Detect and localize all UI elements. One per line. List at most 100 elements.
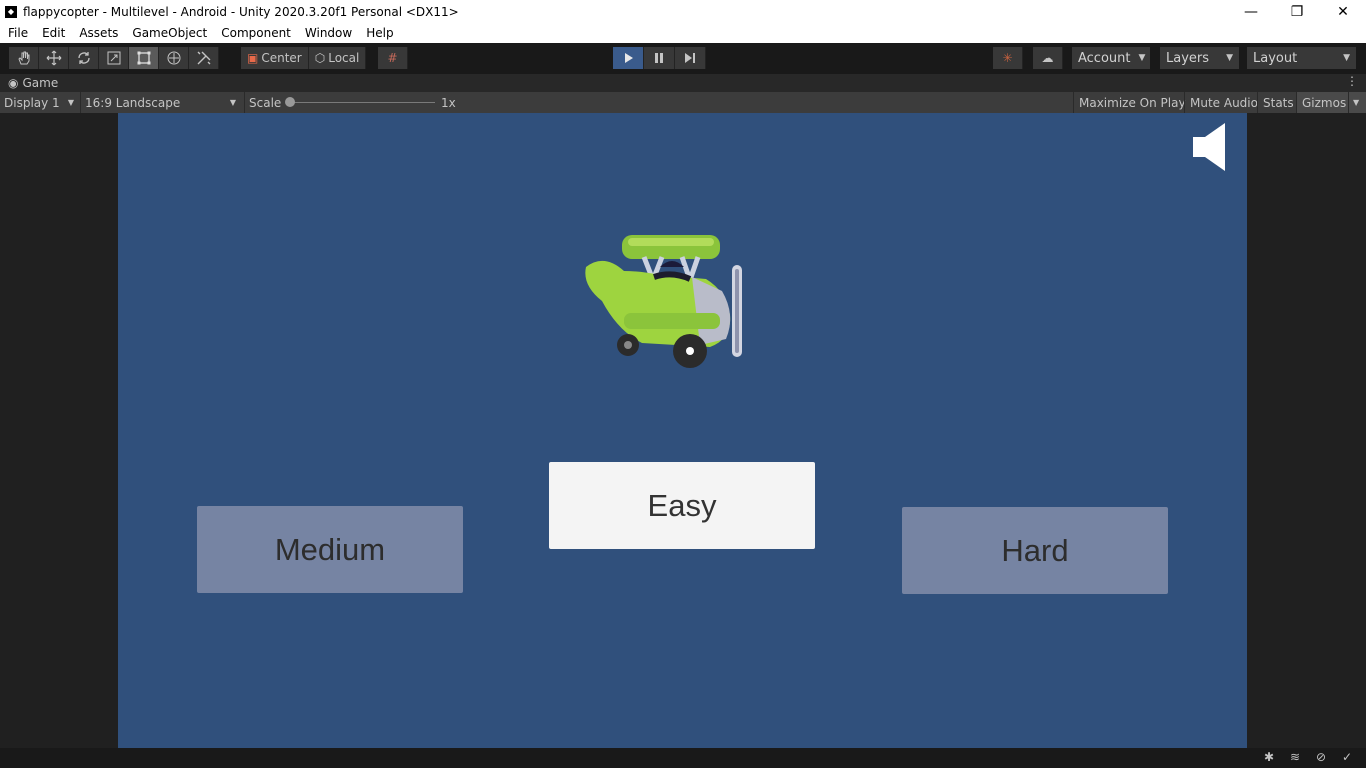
mute-audio-button[interactable]: Mute Audio <box>1184 92 1263 113</box>
tools-icon <box>197 51 210 65</box>
cloud-icon: ☁ <box>1041 51 1054 65</box>
scale-slider-track[interactable] <box>290 102 435 103</box>
local-cube-icon: ⬡ <box>314 51 326 65</box>
aspect-dropdown[interactable]: 16:9 Landscape ▼ <box>80 92 240 113</box>
stats-button[interactable]: Stats <box>1257 92 1299 113</box>
game-view-toolbar: Display 1 ▼ 16:9 Landscape ▼ Scale 1x Ma… <box>0 92 1366 113</box>
easy-button[interactable]: Easy <box>549 462 815 549</box>
chevron-down-icon: ▼ <box>1226 53 1233 63</box>
scale-label: Scale <box>244 92 285 113</box>
maximize-button[interactable]: ❐ <box>1274 0 1320 23</box>
medium-button[interactable]: Medium <box>197 506 463 593</box>
scale-tool-button[interactable] <box>99 47 129 69</box>
biplane-sprite <box>585 235 742 368</box>
menu-edit[interactable]: Edit <box>35 26 72 40</box>
menu-file[interactable]: File <box>0 26 35 40</box>
pivot-mode-button[interactable]: ▣ Center <box>241 47 309 69</box>
layout-controls: Layout ▼ <box>1247 47 1356 69</box>
pause-icon <box>655 53 663 63</box>
chevron-down-icon: ▼ <box>67 98 74 107</box>
layout-label: Layout <box>1253 50 1298 66</box>
tab-game-label: Game <box>22 76 59 90</box>
grid-snap-button[interactable]: # <box>378 47 408 69</box>
chevron-down-icon: ▼ <box>1343 53 1350 63</box>
scale-icon <box>107 51 120 65</box>
layers-label: Layers <box>1166 50 1210 66</box>
move-tool-button[interactable] <box>39 47 69 69</box>
game-view[interactable]: Medium Easy Hard <box>118 113 1247 748</box>
account-dropdown[interactable]: Account ▼ <box>1072 47 1150 69</box>
pause-button[interactable] <box>644 47 675 69</box>
hand-tool-button[interactable] <box>9 47 39 69</box>
rotate-icon <box>77 52 90 64</box>
account-label: Account <box>1078 50 1131 66</box>
menu-help[interactable]: Help <box>359 26 400 40</box>
display-dropdown[interactable]: Display 1 ▼ <box>0 92 78 113</box>
status-bar: ✱ ≋ ⊘ ✓ <box>0 748 1366 768</box>
custom-tool-button[interactable] <box>189 47 219 69</box>
display-label: Display 1 <box>4 95 60 110</box>
chevron-down-icon: ▼ <box>229 98 236 107</box>
tab-game[interactable]: ◉ Game <box>0 76 58 90</box>
layers-controls: Layers ▼ <box>1160 47 1239 69</box>
transform-tools <box>9 47 219 69</box>
services-controls: ✳ <box>993 47 1023 69</box>
close-button[interactable]: ✕ <box>1320 0 1366 23</box>
bug-icon[interactable]: ✱ <box>1256 750 1282 764</box>
play-button[interactable] <box>613 47 644 69</box>
scale-value: 1x <box>441 95 456 110</box>
transform-icon <box>167 51 180 65</box>
transform-tool-button[interactable] <box>159 47 189 69</box>
rect-tool-button[interactable] <box>129 47 159 69</box>
move-icon <box>46 50 61 66</box>
gizmos-button[interactable]: Gizmos <box>1296 92 1348 113</box>
play-controls <box>613 47 706 69</box>
grid-snap-icon: # <box>387 51 398 65</box>
aspect-label: 16:9 Landscape <box>85 95 181 110</box>
chevron-down-icon: ▼ <box>1353 98 1360 107</box>
snap-controls: # <box>378 47 408 69</box>
scale-slider-thumb[interactable] <box>285 97 295 107</box>
layers-dropdown[interactable]: Layers ▼ <box>1160 47 1239 69</box>
title-bar: ◆ flappycopter - Multilevel - Android - … <box>0 0 1366 23</box>
cache-server-icon[interactable]: ≋ <box>1282 750 1308 764</box>
chevron-down-icon: ▼ <box>1138 53 1146 63</box>
menu-component[interactable]: Component <box>214 26 298 40</box>
rect-icon <box>137 51 150 65</box>
hard-button[interactable]: Hard <box>902 507 1168 594</box>
rotate-tool-button[interactable] <box>69 47 99 69</box>
layout-dropdown[interactable]: Layout ▼ <box>1247 47 1356 69</box>
collab-icon: ✳ <box>1002 51 1013 65</box>
pivot-controls: ▣ Center ⬡ Local <box>241 47 367 69</box>
tab-bar: ◉ Game ⋮ <box>0 74 1366 92</box>
step-icon <box>685 53 695 63</box>
gamepad-icon: ◉ <box>8 76 19 90</box>
minimize-button[interactable]: — <box>1228 0 1274 23</box>
main-toolbar: ▣ Center ⬡ Local # ✳ ☁ Account ▼ Layers … <box>0 43 1366 74</box>
account-controls: Account ▼ <box>1072 47 1150 69</box>
menu-assets[interactable]: Assets <box>72 26 125 40</box>
pivot-rotation-label: Local <box>328 51 360 65</box>
play-icon <box>625 53 633 63</box>
menu-gameobject[interactable]: GameObject <box>125 26 214 40</box>
collab-button[interactable]: ✳ <box>993 47 1023 69</box>
window-title: flappycopter - Multilevel - Android - Un… <box>23 4 459 19</box>
window-controls: — ❐ ✕ <box>1228 0 1366 23</box>
step-button[interactable] <box>675 47 706 69</box>
check-circle-icon[interactable]: ✓ <box>1334 750 1360 764</box>
pivot-rotation-button[interactable]: ⬡ Local <box>308 47 367 69</box>
cloud-button[interactable]: ☁ <box>1033 47 1063 69</box>
pivot-mode-label: Center <box>261 51 302 65</box>
status-icons: ✱ ≋ ⊘ ✓ <box>1256 750 1360 764</box>
auto-generate-lighting-icon[interactable]: ⊘ <box>1308 750 1334 764</box>
unity-logo-icon: ◆ <box>5 5 17 18</box>
tab-options-icon[interactable]: ⋮ <box>1346 74 1358 88</box>
menu-bar: File Edit Assets GameObject Component Wi… <box>0 23 1366 43</box>
hand-icon <box>17 51 29 65</box>
speaker-icon[interactable] <box>1193 121 1229 173</box>
gizmos-dropdown[interactable]: ▼ <box>1348 92 1366 113</box>
pivot-center-icon: ▣ <box>247 51 259 65</box>
cloud-controls: ☁ <box>1033 47 1063 69</box>
maximize-on-play-button[interactable]: Maximize On Play <box>1073 92 1191 113</box>
menu-window[interactable]: Window <box>298 26 359 40</box>
